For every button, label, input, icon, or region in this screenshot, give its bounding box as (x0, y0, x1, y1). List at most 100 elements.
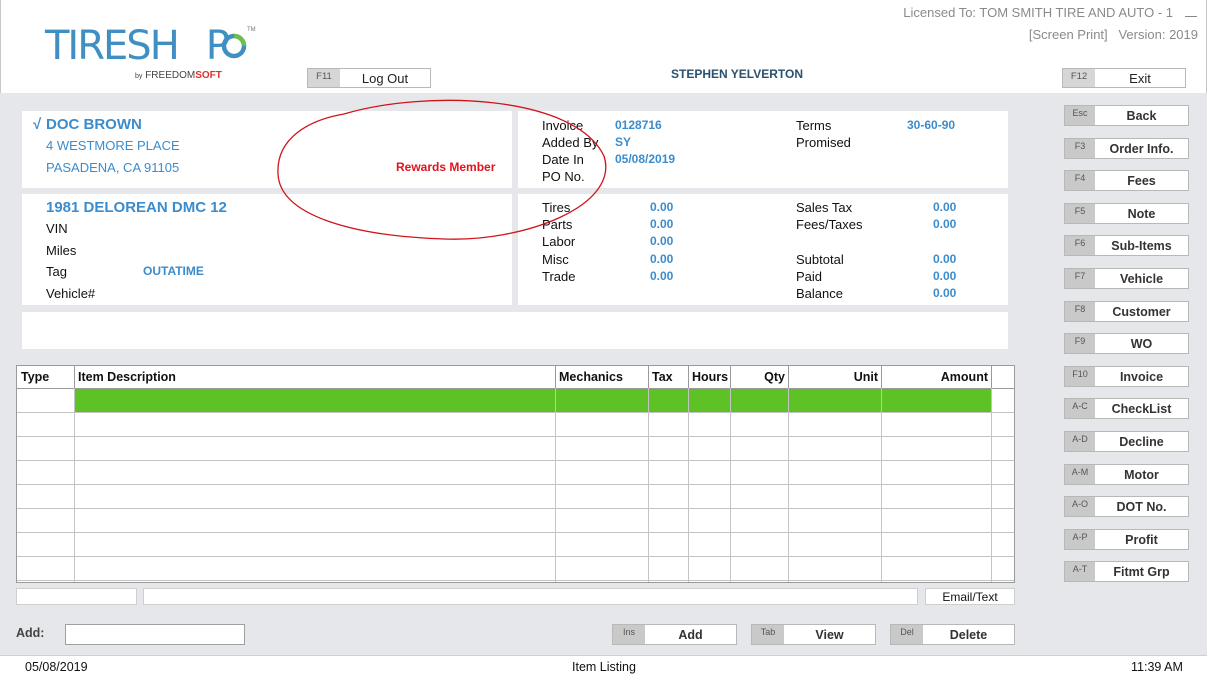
logout-label: Log Out (361, 70, 409, 86)
invoice-panel[interactable]: Invoice 0128716 Added By SY Date In 05/0… (518, 111, 1008, 188)
tab-key-label: Tab (752, 625, 784, 644)
fees-button[interactable]: F4 Fees (1064, 170, 1189, 191)
version-text[interactable]: [Screen Print] Version: 2019 (1029, 27, 1198, 42)
status-bar: 05/08/2019 Item Listing 11:39 AM (0, 655, 1207, 679)
item-grid[interactable]: Type Item Description Mechanics Tax Hour… (16, 365, 1015, 583)
add-button[interactable]: Ins Add (612, 624, 737, 645)
add-label: Add: (16, 626, 45, 640)
table-row[interactable] (17, 436, 1014, 437)
fees-key-label: F4 (1065, 171, 1095, 190)
dot-no-label: DOT No. (1116, 499, 1167, 514)
note-button[interactable]: F5 Note (1064, 203, 1189, 224)
dot-no-button[interactable]: A-O DOT No. (1064, 496, 1189, 517)
email-text-button[interactable]: Email/Text (925, 588, 1015, 605)
decline-label: Decline (1119, 434, 1164, 449)
delete-button[interactable]: Del Delete (890, 624, 1015, 645)
table-row[interactable] (17, 532, 1014, 533)
order-info-key-label: F3 (1065, 139, 1095, 158)
col-header-amount[interactable]: Amount (882, 366, 992, 388)
back-button[interactable]: Esc Back (1064, 105, 1189, 126)
view-button-label: View (815, 627, 844, 642)
balance-value: 0.00 (933, 286, 957, 300)
paid-label: Paid (796, 269, 823, 284)
motor-key-label: A-M (1065, 465, 1095, 484)
customer-name[interactable]: DOC BROWN (46, 116, 142, 133)
view-button[interactable]: Tab View (751, 624, 876, 645)
col-header-hours[interactable]: Hours (689, 366, 731, 388)
vehicle-number-label: Vehicle# (46, 286, 96, 301)
sub-items-key-label: F6 (1065, 236, 1095, 255)
back-label: Back (1126, 108, 1157, 123)
table-row[interactable] (17, 412, 1014, 413)
column-divider (688, 388, 689, 582)
selected-row-highlight[interactable] (75, 389, 992, 413)
trade-label: Trade (542, 269, 576, 284)
col-header-mechanics[interactable]: Mechanics (556, 366, 649, 388)
terms-label: Terms (796, 118, 832, 133)
table-row[interactable] (17, 556, 1014, 557)
col-header-tax[interactable]: Tax (649, 366, 689, 388)
notes-panel[interactable] (22, 312, 1008, 349)
logout-button[interactable]: F11 Log Out (307, 68, 431, 88)
vehicle-title[interactable]: 1981 DELOREAN DMC 12 (46, 199, 227, 216)
decline-button[interactable]: A-D Decline (1064, 431, 1189, 452)
subtotal-value: 0.00 (933, 252, 957, 266)
del-key-label: Del (891, 625, 923, 644)
order-info-label: Order Info. (1109, 141, 1174, 156)
decline-key-label: A-D (1065, 432, 1095, 451)
summary-field-center[interactable] (143, 588, 918, 605)
sales-tax-label: Sales Tax (796, 200, 853, 215)
f11-key-label: F11 (308, 69, 340, 87)
col-header-qty[interactable]: Qty (731, 366, 789, 388)
customer-check-icon: √ (33, 116, 42, 133)
motor-label: Motor (1124, 467, 1159, 482)
subtotal-label: Subtotal (796, 252, 844, 267)
minimize-icon[interactable] (1185, 7, 1197, 17)
vehicle-button[interactable]: F7 Vehicle (1064, 268, 1189, 289)
invoice-label: Invoice (542, 118, 584, 133)
customer-label: Customer (1112, 304, 1171, 319)
tireshop-logo: TIRESH P TM by FREEDOMSOFT (45, 24, 265, 86)
vehicle-label: Vehicle (1119, 271, 1164, 286)
customer-address-line2: PASADENA, CA 91105 (46, 160, 180, 175)
exit-button[interactable]: F12 Exit (1062, 68, 1186, 88)
profit-button[interactable]: A-P Profit (1064, 529, 1189, 550)
sub-items-button[interactable]: F6 Sub-Items (1064, 235, 1189, 256)
table-row[interactable] (17, 484, 1014, 485)
table-row[interactable] (17, 580, 1014, 581)
column-divider (648, 388, 649, 582)
summary-field-left[interactable] (16, 588, 137, 605)
add-input[interactable] (65, 624, 245, 645)
date-in-label: Date In (542, 152, 584, 167)
customer-key-label: F8 (1065, 302, 1095, 321)
vehicle-panel[interactable]: 1981 DELOREAN DMC 12 VIN Miles Tag OUTAT… (22, 194, 512, 305)
table-row[interactable] (17, 508, 1014, 509)
customer-panel[interactable]: √ DOC BROWN 4 WESTMORE PLACE PASADENA, C… (22, 111, 512, 188)
customer-button[interactable]: F8 Customer (1064, 301, 1189, 322)
profit-label: Profit (1125, 532, 1158, 547)
col-header-item-description[interactable]: Item Description (75, 366, 556, 388)
top-header: TIRESH P TM by FREEDOMSOFT Licensed To: T… (0, 0, 1207, 93)
motor-button[interactable]: A-M Motor (1064, 464, 1189, 485)
wo-button[interactable]: F9 WO (1064, 333, 1189, 354)
parts-value: 0.00 (650, 217, 674, 231)
back-key-label: Esc (1065, 106, 1095, 125)
sales-tax-value: 0.00 (933, 200, 957, 214)
added-by-label: Added By (542, 135, 599, 150)
status-date: 05/08/2019 (25, 660, 88, 674)
column-divider (555, 388, 556, 582)
labor-value: 0.00 (650, 234, 674, 248)
delete-button-label: Delete (949, 627, 988, 642)
col-header-unit[interactable]: Unit (789, 366, 882, 388)
checklist-button[interactable]: A-C CheckList (1064, 398, 1189, 419)
column-divider (730, 388, 731, 582)
order-info-button[interactable]: F3 Order Info. (1064, 138, 1189, 159)
parts-label: Parts (542, 217, 573, 232)
customer-address-line1: 4 WESTMORE PLACE (46, 138, 180, 153)
tag-label: Tag (46, 264, 67, 279)
misc-label: Misc (542, 252, 569, 267)
table-row[interactable] (17, 460, 1014, 461)
invoice-button[interactable]: F10 Invoice (1064, 366, 1189, 387)
fitmt-grp-button[interactable]: A-T Fitmt Grp (1064, 561, 1189, 582)
col-header-type[interactable]: Type (17, 366, 75, 388)
